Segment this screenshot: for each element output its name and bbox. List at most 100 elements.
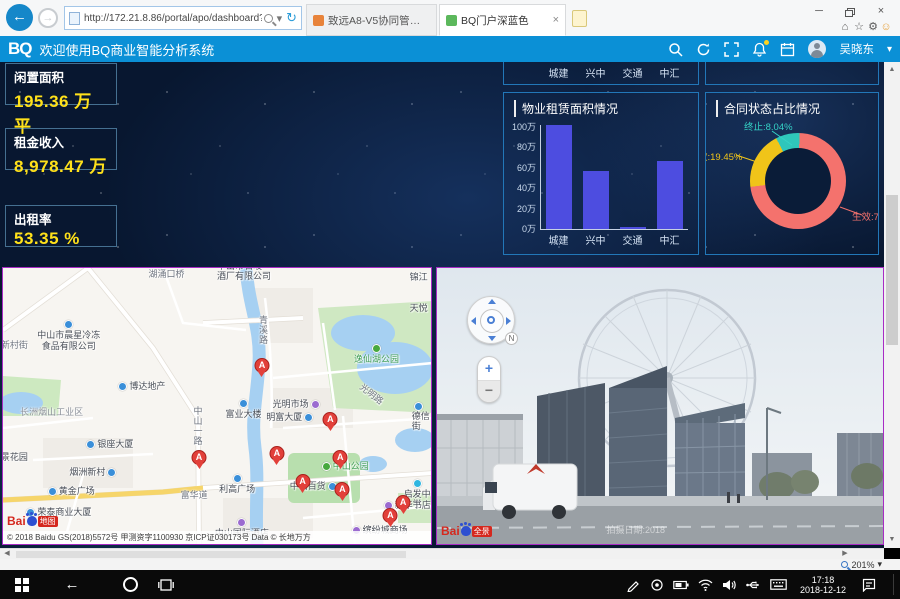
x-tick-label: 中汇 [660,65,680,80]
username[interactable]: 吴晓东 [839,41,874,57]
donut-chart-panel: 合同状态占比情况 终止:8.04% 效:19.45% 生效:72. [705,92,879,255]
partial-panel [705,62,879,85]
window-restore-button[interactable] [838,3,864,20]
pan-left-icon[interactable] [471,317,476,325]
app-title: 欢迎使用BQ商业智能分析系统 [40,40,215,59]
status-bar: 201% ▾ [0,559,900,570]
map-pin[interactable]: A [295,474,310,489]
y-tick-label: 20万 [504,202,536,215]
partial-chart-xlabels: 城建兴中交通中汇 [540,65,688,80]
usb-icon[interactable] [742,570,764,599]
kpi-value: 8,978.47 万 [14,152,108,177]
browser-tab-seeyon[interactable]: 致远A8-V5协同管理软件 V6.0... [306,4,437,36]
zoom-out-button[interactable]: − [478,381,500,402]
windows-ink-icon[interactable] [622,570,644,599]
cortana-button[interactable] [116,570,144,599]
avatar[interactable] [808,40,826,58]
cortana-icon [123,577,138,592]
wifi-icon[interactable] [694,570,716,599]
refresh-icon[interactable]: ↻ [286,10,297,26]
browser-chrome: ← → http://172.21.8.86/portal/apo/dashbo… [0,0,900,36]
map-pin[interactable]: A [254,358,269,373]
compass-north-badge[interactable]: N [505,332,518,345]
windows-logo-icon [15,578,29,592]
touch-keyboard-icon[interactable] [766,570,790,599]
vertical-scrollbar[interactable]: ▲ ▼ [884,62,900,548]
map-pin[interactable]: A [192,450,207,465]
scroll-down-arrow[interactable]: ▼ [884,532,900,548]
pan-right-icon[interactable] [506,317,511,325]
y-tick-label: 0万 [504,222,536,235]
kpi-label: 租金收入 [14,132,108,151]
donut-label-expired: 效:19.45% [705,149,742,163]
pan-reset-icon[interactable] [487,316,495,324]
action-center-icon[interactable] [856,570,882,599]
tab-close-icon[interactable]: × [553,14,559,26]
zoom-caret-icon[interactable]: ▾ [877,559,882,570]
forward-arrow-icon: → [43,12,54,24]
browser-back-button[interactable]: ← [6,4,33,31]
tab-title: 致远A8-V5协同管理软件 V6.0... [328,13,430,28]
notification-dot [764,40,769,45]
window-close-button[interactable]: × [868,3,894,20]
favorites-star-icon[interactable]: ☆ [852,20,866,34]
zoom-level-control[interactable]: 201% ▾ [841,559,882,570]
chevron-down-icon[interactable]: ▾ [887,44,892,55]
speaker-icon[interactable] [718,570,740,599]
map-pin[interactable]: A [383,508,398,523]
address-bar[interactable]: http://172.21.8.86/portal/apo/dashboard?… [64,6,302,30]
kpi-rent-income: 租金收入 8,978.47 万 [5,128,117,170]
new-tab-button[interactable] [572,10,587,27]
map-pin[interactable]: A [323,412,338,427]
fullscreen-icon[interactable] [724,42,739,57]
map-copyright: © 2018 Baidu GS(2018)5572号 甲测资字1100930 京… [3,531,431,544]
taskbar: ← 17:18 2018-12-12 [0,570,900,599]
map-pin[interactable]: A [269,446,284,461]
streetview-zoom-control[interactable]: + − [477,356,501,403]
pan-down-icon[interactable] [488,336,496,341]
streetview-panel[interactable]: N + − Bai 全景 拍摄日期:2018 [436,267,884,545]
pan-up-icon[interactable] [488,299,496,304]
calendar-icon[interactable] [780,42,795,57]
gear-icon[interactable]: ⚙ [866,20,880,34]
scrollbar-thumb[interactable] [886,195,898,345]
donut-label-terminated: 终止:8.04% [744,119,793,133]
location-icon[interactable] [646,570,668,599]
bar-chart-panel: 物业租赁面积情况 100万80万60万40万20万0万 城建兴中交通中汇 [503,92,699,255]
bar [546,125,572,229]
baidu-wordmark: Bai [7,514,26,528]
taskbar-back-button[interactable]: ← [58,570,86,599]
show-desktop-divider[interactable] [893,574,894,595]
browser-tab-bq-portal[interactable]: BQ门户深蓝色 × [439,4,566,36]
x-tick-label: 城建 [549,232,569,247]
address-dropdown-icon[interactable]: ▾ [277,12,283,25]
sync-icon[interactable] [696,42,711,57]
scrollbar-thumb[interactable] [16,551,406,558]
start-button[interactable] [8,570,36,599]
scroll-up-arrow[interactable]: ▲ [884,62,900,78]
pan-control[interactable]: N [467,296,515,344]
taskbar-clock[interactable]: 17:18 2018-12-12 [792,570,854,599]
window-minimize-button[interactable]: ─ [806,3,832,20]
x-tick-label: 兴中 [586,65,606,80]
feedback-smiley-icon[interactable]: ☺ [879,20,893,34]
map-pins: AAAAAAAAA [3,268,431,544]
bar [583,171,609,229]
donut-label-active: 生效:72. [852,209,879,223]
battery-icon[interactable] [670,570,692,599]
baidu-logo: Bai 全景 [441,524,492,538]
browser-forward-button[interactable]: → [38,8,58,28]
horizontal-scrollbar[interactable]: ◀ ▶ [0,548,884,559]
map-pin[interactable]: A [396,495,411,510]
search-icon[interactable] [264,14,273,23]
map-pin[interactable]: A [333,450,348,465]
bell-icon[interactable] [752,42,767,57]
zoom-in-button[interactable]: + [478,357,500,381]
task-view-button[interactable] [152,570,180,599]
header-search-icon[interactable] [668,42,683,57]
map-panel[interactable]: 湖涌口桥中山市石岐 酒厂有限公司锦江天悦中山市晨星冷冻 食品有限公司新村街青溪路… [2,267,432,545]
url-text[interactable]: http://172.21.8.86/portal/apo/dashboard?… [84,13,262,24]
home-icon[interactable]: ⌂ [838,20,852,34]
app-header: BQ 欢迎使用BQ商业智能分析系统 吴晓东 ▾ [0,36,900,62]
map-pin[interactable]: A [335,482,350,497]
